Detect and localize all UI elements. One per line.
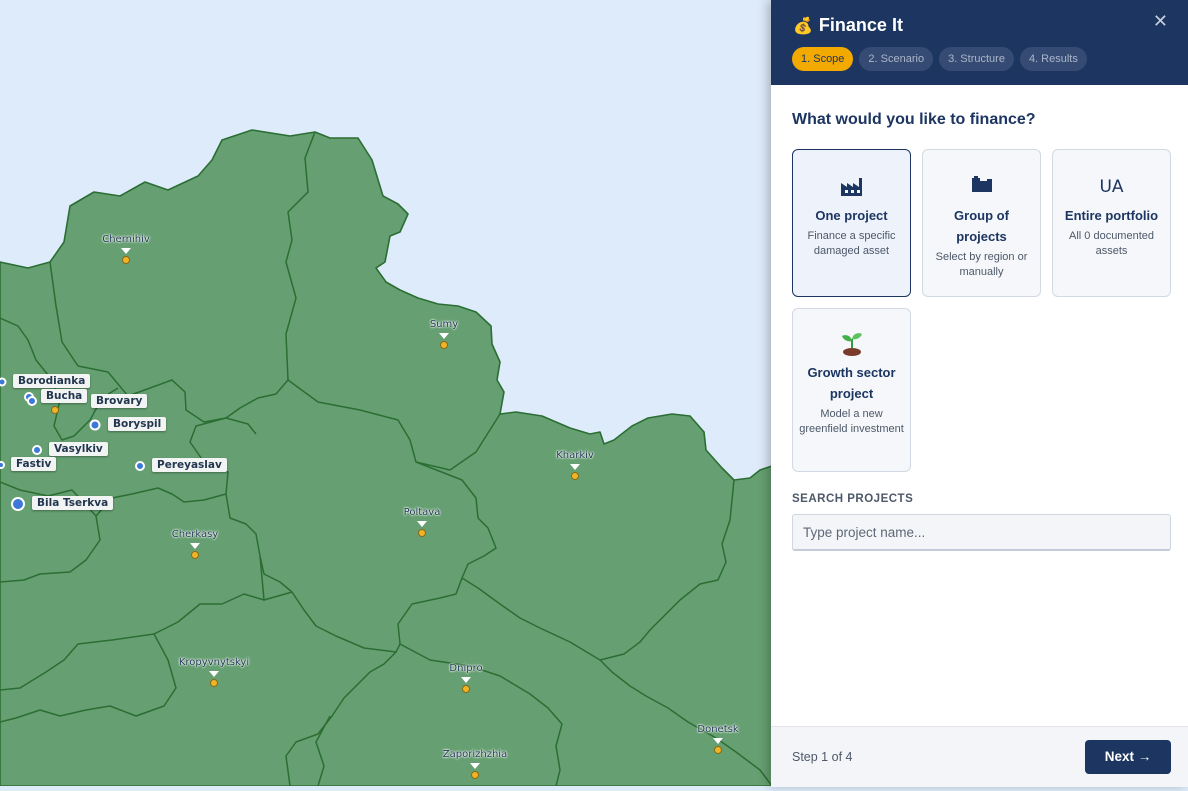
option-group-of-projects[interactable]: Group of projects Select by region or ma… — [922, 149, 1041, 297]
city-dot-icon[interactable] — [51, 406, 59, 414]
asset-label[interactable]: Boryspil — [108, 417, 167, 431]
option-description: Select by region or manually — [935, 251, 1028, 278]
panel-header: 💰 Finance It ✕ 1. Scope 2. Scenario 3. St… — [771, 0, 1188, 85]
city-marker-icon[interactable] — [461, 677, 471, 683]
oblast-label: Cherkasy — [171, 529, 219, 540]
oblast-label: Poltava — [403, 507, 441, 518]
city-marker-icon[interactable] — [190, 543, 200, 549]
search-input[interactable] — [792, 514, 1171, 551]
panel-title: 💰 Finance It — [793, 15, 903, 36]
asset-label[interactable]: Borodianka — [13, 374, 91, 388]
city-dot-icon[interactable] — [714, 746, 722, 754]
option-description: Finance a specific damaged asset — [807, 230, 896, 257]
oblast-label: Chernihiv — [102, 234, 150, 245]
next-button[interactable]: Next → — [1085, 740, 1171, 774]
asset-marker-icon[interactable] — [11, 497, 25, 511]
asset-label[interactable]: Vasylkiv — [49, 442, 108, 456]
panel-title-text: Finance It — [818, 15, 903, 35]
option-title: Entire portfolio — [1064, 208, 1159, 223]
city-dot-icon[interactable] — [571, 472, 579, 480]
search-label: SEARCH PROJECTS — [792, 493, 914, 505]
city-marker-icon[interactable] — [713, 738, 723, 744]
oblast-label: Dnipro — [449, 663, 483, 674]
city-marker-icon[interactable] — [439, 333, 449, 339]
city-dot-icon[interactable] — [471, 771, 479, 779]
oblast-label: Donetsk — [697, 724, 739, 735]
city-marker-icon[interactable] — [470, 763, 480, 769]
option-title: Group of projects — [954, 208, 1009, 244]
tab-scope[interactable]: 1. Scope — [792, 47, 854, 71]
city-dot-icon[interactable] — [191, 551, 199, 559]
option-entire-portfolio[interactable]: UA Entire portfolio All 0 documented ass… — [1052, 149, 1171, 297]
city-marker-icon[interactable] — [209, 671, 219, 677]
step-tabs: 1. Scope 2. Scenario 3. Structure 4. Res… — [792, 47, 1087, 71]
finance-panel: 💰 Finance It ✕ 1. Scope 2. Scenario 3. St… — [771, 0, 1188, 787]
asset-label[interactable]: Bucha — [41, 389, 88, 403]
buildings-icon — [923, 175, 1040, 199]
money-bag-icon: 💰 — [793, 18, 813, 35]
city-marker-icon[interactable] — [417, 521, 427, 527]
asset-marker-icon[interactable] — [89, 419, 101, 431]
option-description: Model a new greenfield investment — [799, 408, 904, 435]
step-indicator: Step 1 of 4 — [792, 750, 853, 764]
option-growth-sector-project[interactable]: Growth sector project Model a new greenf… — [792, 308, 911, 472]
oblast-label: Kharkiv — [556, 450, 594, 461]
tab-scenario[interactable]: 2. Scenario — [859, 47, 934, 71]
close-icon[interactable]: ✕ — [1153, 11, 1168, 31]
city-marker-icon[interactable] — [121, 248, 131, 254]
city-dot-icon[interactable] — [462, 685, 470, 693]
oblast-label: Sumy — [429, 319, 459, 330]
asset-label[interactable]: Brovary — [91, 394, 148, 408]
option-title: Growth sector project — [807, 365, 896, 401]
question-heading: What would you like to finance? — [792, 111, 1036, 128]
option-title: One project — [815, 208, 888, 223]
option-one-project[interactable]: One project Finance a specific damaged a… — [792, 149, 911, 297]
seedling-icon — [793, 330, 910, 356]
option-description: All 0 documented assets — [1069, 230, 1154, 257]
city-dot-icon[interactable] — [418, 529, 426, 537]
panel-footer: Step 1 of 4 Next → — [771, 726, 1188, 787]
close-button[interactable]: ✕ — [1153, 11, 1168, 32]
oblast-label: Zaporizhzhia — [442, 749, 508, 760]
asset-label[interactable]: Bila Tserkva — [32, 496, 114, 510]
tab-results[interactable]: 4. Results — [1019, 47, 1087, 71]
asset-label[interactable]: Fastiv — [11, 457, 57, 471]
asset-marker-icon[interactable] — [135, 461, 145, 471]
asset-label[interactable]: Pereyaslav — [152, 458, 227, 472]
asset-marker-icon[interactable] — [32, 445, 42, 455]
tab-structure[interactable]: 3. Structure — [939, 47, 1014, 71]
asset-marker-icon[interactable] — [27, 396, 37, 406]
city-dot-icon[interactable] — [440, 341, 448, 349]
factory-icon — [793, 175, 910, 199]
oblast-label: Kropyvnytskyi — [178, 657, 250, 668]
ua-flag-icon: UA — [1099, 177, 1124, 197]
city-marker-icon[interactable] — [570, 464, 580, 470]
city-dot-icon[interactable] — [122, 256, 130, 264]
city-dot-icon[interactable] — [210, 679, 218, 687]
